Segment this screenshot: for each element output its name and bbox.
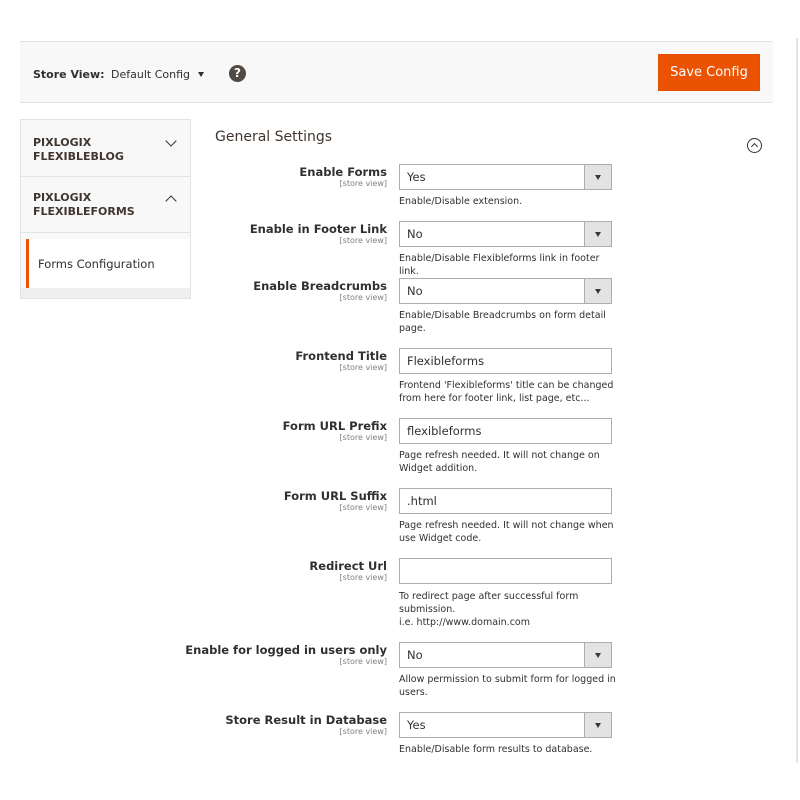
dropdown-arrow-icon <box>584 222 611 246</box>
field-note: Page refresh needed. It will not change … <box>399 519 619 545</box>
chevron-down-icon <box>165 135 177 147</box>
field-note: Enable/Disable Breadcrumbs on form detai… <box>399 309 619 335</box>
collapse-section-icon[interactable] <box>747 138 762 153</box>
redirect-url-input[interactable] <box>399 558 612 584</box>
field-scope: [store view] <box>339 573 387 582</box>
field-note-line: Page refresh needed. It will not change … <box>399 520 614 531</box>
field-note: Enable/Disable Flexibleforms link in foo… <box>399 252 619 278</box>
field-note-line: page. <box>399 323 426 334</box>
input-value: Flexibleforms <box>407 354 485 368</box>
field-note-line: Page refresh needed. It will not change … <box>399 450 600 461</box>
field-label: Store Result in Database <box>225 713 387 727</box>
sidebar-item-label: Forms Configuration <box>38 257 155 271</box>
field-note-line: Allow permission to submit form for logg… <box>399 674 616 685</box>
select-value: No <box>407 648 423 662</box>
save-config-button[interactable]: Save Config <box>658 54 760 91</box>
input-value: flexibleforms <box>407 424 482 438</box>
field-note: Enable/Disable form results to database. <box>399 743 619 756</box>
sidebar-group-flexibleforms[interactable]: PIXLOGIX FLEXIBLEFORMS <box>21 177 190 233</box>
sidebar-footer <box>21 288 190 298</box>
config-sidebar: PIXLOGIX FLEXIBLEBLOG PIXLOGIX FLEXIBLEF… <box>20 119 191 299</box>
dropdown-arrow-icon <box>584 279 611 303</box>
field-note-line: Widget addition. <box>399 463 478 474</box>
field-note-line: submission. <box>399 604 456 615</box>
sidebar-group-title-line1: PIXLOGIX <box>33 136 92 149</box>
logged-in-only-select[interactable]: No <box>399 642 612 668</box>
field-scope: [store view] <box>339 503 387 512</box>
field-scope: [store view] <box>339 657 387 666</box>
store-view-value: Default Config <box>111 68 190 81</box>
field-note-line: Frontend 'Flexibleforms' title can be ch… <box>399 380 614 391</box>
field-label: Enable Forms <box>299 165 387 179</box>
frontend-title-input[interactable]: Flexibleforms <box>399 348 612 374</box>
field-note-line: To redirect page after successful form <box>399 591 579 602</box>
field-label: Frontend Title <box>295 349 387 363</box>
url-prefix-input[interactable]: flexibleforms <box>399 418 612 444</box>
select-value: Yes <box>407 170 426 184</box>
field-label: Redirect Url <box>309 559 387 573</box>
breadcrumbs-select[interactable]: No <box>399 278 612 304</box>
field-note: Allow permission to submit form for logg… <box>399 673 619 699</box>
field-note-line: Enable/Disable extension. <box>399 196 523 207</box>
sidebar-group-title: PIXLOGIX FLEXIBLEBLOG <box>33 136 124 164</box>
field-scope: [store view] <box>339 236 387 245</box>
page-right-edge <box>796 38 798 763</box>
field-label: Enable in Footer Link <box>249 222 387 236</box>
chevron-up-icon <box>165 195 177 207</box>
store-view-label: Store View: <box>33 68 105 81</box>
sidebar-group-title-line1: PIXLOGIX <box>33 191 92 204</box>
input-value: .html <box>407 494 437 508</box>
field-scope: [store view] <box>339 179 387 188</box>
field-scope: [store view] <box>339 363 387 372</box>
field-note: Enable/Disable extension. <box>399 195 619 208</box>
field-label: Enable Breadcrumbs <box>253 279 387 293</box>
select-value: Yes <box>407 718 426 732</box>
field-note-line: Enable/Disable Flexibleforms link in foo… <box>399 253 600 277</box>
field-scope: [store view] <box>339 293 387 302</box>
field-note-line: Enable/Disable form results to database. <box>399 744 593 755</box>
field-note-line: use Widget code. <box>399 533 482 544</box>
field-note: Page refresh needed. It will not change … <box>399 449 619 475</box>
sidebar-group-title-line2: FLEXIBLEFORMS <box>33 205 135 218</box>
store-result-select[interactable]: Yes <box>399 712 612 738</box>
field-note: To redirect page after successful form s… <box>399 590 619 629</box>
field-note-line: Enable/Disable Breadcrumbs on form detai… <box>399 310 606 321</box>
dropdown-arrow-icon <box>584 643 611 667</box>
field-label: Form URL Prefix <box>282 419 387 433</box>
field-label: Enable for logged in users only <box>185 643 387 657</box>
field-note-line: from here for footer link, list page, et… <box>399 393 590 404</box>
sidebar-group-title-line2: FLEXIBLEBLOG <box>33 150 124 163</box>
store-view-switcher[interactable]: Default Config <box>111 68 204 81</box>
section-title: General Settings <box>215 129 333 145</box>
field-label: Form URL Suffix <box>283 489 387 503</box>
url-suffix-input[interactable]: .html <box>399 488 612 514</box>
caret-down-icon <box>197 72 204 77</box>
footer-link-select[interactable]: No <box>399 221 612 247</box>
dropdown-arrow-icon <box>584 713 611 737</box>
field-note-line: i.e. http://www.domain.com <box>399 617 530 628</box>
field-note-line: users. <box>399 687 428 698</box>
field-scope: [store view] <box>339 433 387 442</box>
select-value: No <box>407 284 423 298</box>
sidebar-group-title: PIXLOGIX FLEXIBLEFORMS <box>33 191 135 219</box>
sidebar-group-flexibleblog[interactable]: PIXLOGIX FLEXIBLEBLOG <box>21 120 190 177</box>
field-scope: [store view] <box>339 727 387 736</box>
enable-forms-select[interactable]: Yes <box>399 164 612 190</box>
help-icon[interactable]: ? <box>229 65 246 82</box>
select-value: No <box>407 227 423 241</box>
sidebar-item-forms-configuration[interactable]: Forms Configuration <box>26 239 190 288</box>
field-note: Frontend 'Flexibleforms' title can be ch… <box>399 379 619 405</box>
store-view-toolbar: Store View: Default Config ? Save Config <box>20 41 773 103</box>
dropdown-arrow-icon <box>584 165 611 189</box>
